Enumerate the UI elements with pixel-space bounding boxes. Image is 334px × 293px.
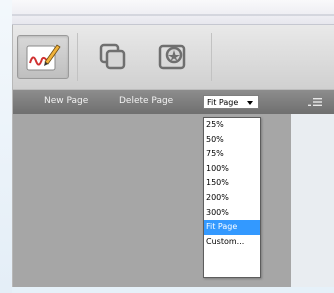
zoom-select-value: Fit Page bbox=[207, 97, 239, 107]
zoom-option[interactable]: Fit Page bbox=[204, 220, 260, 235]
menu-icon[interactable] bbox=[308, 97, 322, 107]
pages-icon bbox=[99, 43, 126, 70]
page-menubar: New Page Delete Page Fit Page bbox=[13, 90, 334, 114]
zoom-option[interactable]: 50% bbox=[204, 133, 260, 148]
zoom-option[interactable]: 200% bbox=[204, 191, 260, 206]
stamp-icon bbox=[158, 44, 186, 70]
app-window: New Page Delete Page Fit Page bbox=[12, 25, 334, 287]
zoom-option[interactable]: 25% bbox=[204, 118, 260, 133]
title-bar-divider bbox=[12, 14, 334, 16]
side-panel bbox=[291, 114, 334, 287]
zoom-option[interactable]: 300% bbox=[204, 206, 260, 221]
toolbar-separator bbox=[77, 33, 78, 81]
toolbar-separator bbox=[211, 33, 212, 81]
toolbar bbox=[13, 25, 334, 90]
zoom-option[interactable]: 75% bbox=[204, 147, 260, 162]
zoom-select[interactable]: Fit Page bbox=[203, 95, 259, 109]
zoom-dropdown-list: 25% 50% 75% 100% 150% 200% 300% Fit Page Custom.… bbox=[203, 117, 261, 278]
delete-page-button[interactable]: Delete Page bbox=[119, 96, 173, 106]
zoom-option[interactable]: Custom... bbox=[204, 235, 260, 250]
zoom-option[interactable]: 100% bbox=[204, 162, 260, 177]
pages-tool-button[interactable] bbox=[89, 35, 137, 79]
stamp-tool-button[interactable] bbox=[149, 35, 197, 79]
signature-tool-button[interactable] bbox=[17, 35, 69, 79]
page-canvas[interactable] bbox=[13, 114, 334, 287]
signature-pen-icon bbox=[26, 44, 61, 71]
bottom-frame bbox=[12, 287, 334, 293]
title-bar bbox=[12, 0, 334, 25]
new-page-button[interactable]: New Page bbox=[44, 96, 88, 106]
zoom-option[interactable]: 150% bbox=[204, 176, 260, 191]
chevron-down-icon bbox=[247, 101, 253, 105]
